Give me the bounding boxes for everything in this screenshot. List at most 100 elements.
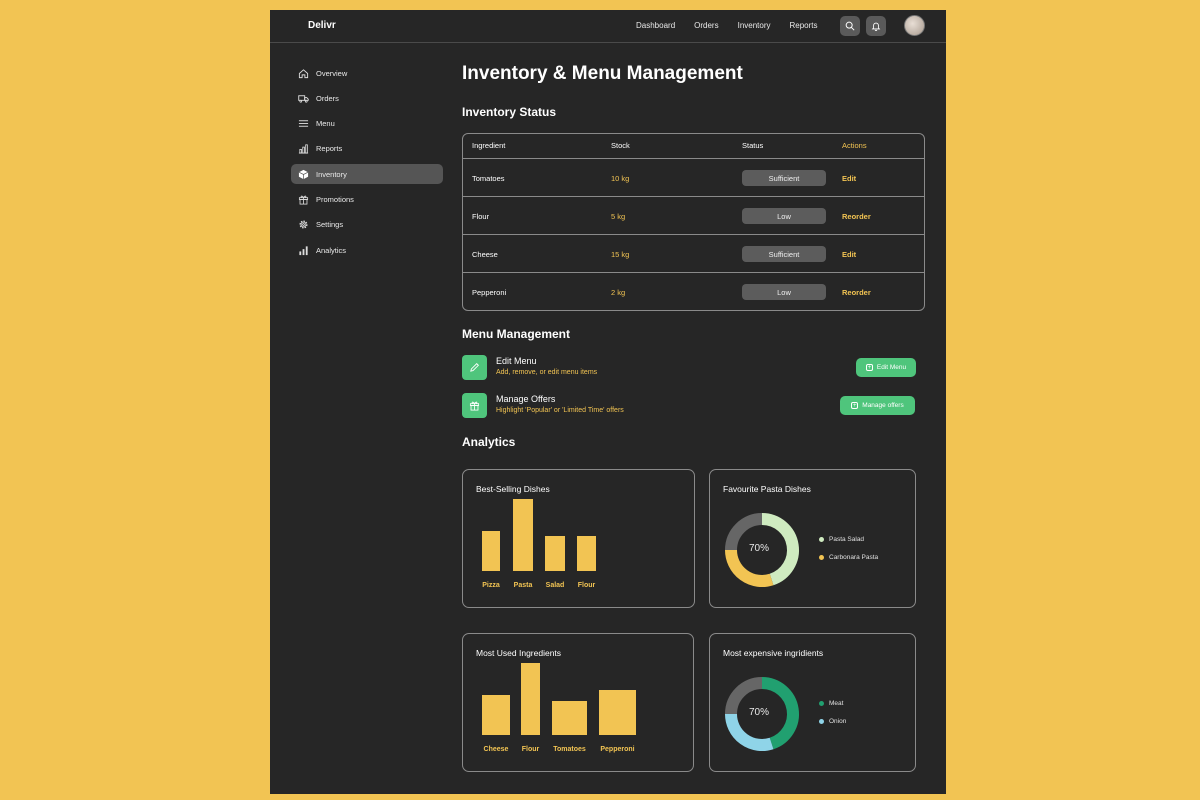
manage-offers-button[interactable]: + Manage offers <box>840 396 915 415</box>
reorder-action-link[interactable]: Reorder <box>842 212 871 221</box>
donut-slice <box>725 713 774 751</box>
edit-menu-subtitle: Add, remove, or edit menu items <box>496 369 598 376</box>
gear-icon <box>299 219 308 229</box>
topnav-inventory[interactable]: Inventory <box>738 21 771 30</box>
manage-offers-subtitle: Highlight 'Popular' or 'Limited Time' of… <box>496 407 624 414</box>
plus-icon: + <box>865 364 873 371</box>
app-frame: Delivr Dashboard Orders Inventory Report… <box>270 10 946 794</box>
column-header-ingredient: Ingredient <box>472 141 506 150</box>
pencil-icon <box>470 363 479 372</box>
status-badge: Sufficient <box>742 170 826 186</box>
legend-item: Onion <box>819 718 846 725</box>
menu-management-heading: Menu Management <box>462 327 571 341</box>
donut-chart <box>725 513 799 587</box>
edit-action-link[interactable]: Edit <box>842 174 856 183</box>
chart-bar <box>513 499 533 571</box>
table-row: Cheese 15 kg Sufficient Edit <box>463 234 924 272</box>
top-nav: Dashboard Orders Inventory Reports <box>636 21 837 30</box>
legend-item: Meat <box>819 700 843 707</box>
chart-bar-label: Flour <box>577 582 596 589</box>
manage-offers-button-label: Manage offers <box>862 402 904 409</box>
status-badge: Low <box>742 284 826 300</box>
edit-action-link[interactable]: Edit <box>842 250 856 259</box>
bell-icon <box>871 22 881 31</box>
most-used-card: Most Used Ingredients Cheese Flour Tomatoe… <box>462 633 694 772</box>
legend-dot <box>819 701 824 706</box>
sidebar-item-label: Menu <box>316 118 335 128</box>
topnav-orders[interactable]: Orders <box>694 21 718 30</box>
status-badge: Sufficient <box>742 246 826 262</box>
notifications-button[interactable] <box>866 16 886 36</box>
cell-ingredient: Tomatoes <box>472 174 505 183</box>
table-row: Pepperoni 2 kg Low Reorder <box>463 272 924 310</box>
cell-ingredient: Flour <box>472 212 490 221</box>
search-button[interactable] <box>840 16 860 36</box>
donut-center-label: 70% <box>749 707 770 718</box>
column-header-stock: Stock <box>611 141 630 150</box>
reorder-action-link[interactable]: Reorder <box>842 288 871 297</box>
sidebar-item-label: Inventory <box>316 169 347 179</box>
analytics-heading: Analytics <box>462 435 516 449</box>
menu-lines-icon <box>298 119 309 127</box>
legend-dot <box>819 555 824 560</box>
chart-bar <box>545 536 565 571</box>
sidebar-item-analytics[interactable]: Analytics <box>291 240 443 260</box>
sidebar-item-menu[interactable]: Menu <box>291 113 443 133</box>
sidebar-item-overview[interactable]: Overview <box>291 63 443 83</box>
edit-menu-button[interactable]: + Edit Menu <box>856 358 916 377</box>
cell-ingredient: Pepperoni <box>472 288 507 297</box>
sidebar-item-label: Orders <box>316 93 339 103</box>
cell-stock: 10 kg <box>611 174 630 183</box>
favourite-pasta-card: Favourite Pasta Dishes 70% Pasta Salad Car… <box>709 469 916 608</box>
sidebar-item-settings[interactable]: Settings <box>291 214 443 234</box>
topnav-dashboard[interactable]: Dashboard <box>636 21 675 30</box>
donut-slice <box>725 549 774 587</box>
donut-center-label: 70% <box>749 543 770 554</box>
table-row: Tomatoes 10 kg Sufficient Edit <box>463 158 924 196</box>
card-title: Best-Selling Dishes <box>476 484 550 494</box>
inventory-table: Ingredient Stock Status Actions Tomatoes… <box>462 133 925 311</box>
legend-label: Onion <box>829 718 847 725</box>
legend-label: Meat <box>829 700 844 707</box>
search-icon <box>845 21 855 31</box>
table-row: Flour 5 kg Low Reorder <box>463 196 924 234</box>
sidebar-item-promotions[interactable]: Promotions <box>291 189 443 209</box>
column-header-status: Status <box>742 141 764 150</box>
legend-dot <box>819 537 824 542</box>
edit-menu-title: Edit Menu <box>496 356 537 366</box>
best-selling-card: Best-Selling Dishes Pizza Pasta Salad Flour <box>462 469 695 608</box>
bar-chart-icon <box>298 143 309 154</box>
chart-bar-label: Pepperoni <box>600 746 635 753</box>
column-header-actions: Actions <box>842 141 867 150</box>
chart-bar <box>521 663 540 735</box>
cell-stock: 2 kg <box>611 288 626 297</box>
top-bar: Delivr Dashboard Orders Inventory Report… <box>270 10 946 43</box>
cell-ingredient: Cheese <box>472 250 498 259</box>
avatar[interactable] <box>904 15 925 36</box>
chart-bar <box>577 536 596 571</box>
most-expensive-card: Most expensive ingridients 70% Meat Onion <box>709 633 916 772</box>
legend-item: Carbonara Pasta <box>819 554 878 561</box>
chart-bar <box>599 690 636 735</box>
edit-menu-icon-box <box>462 355 487 380</box>
page-title: Inventory & Menu Management <box>462 63 743 84</box>
donut-chart <box>725 677 799 751</box>
home-icon <box>298 68 309 78</box>
legend-label: Pasta Salad <box>829 536 865 543</box>
sidebar-item-label: Reports <box>316 143 343 153</box>
gift-icon <box>469 401 480 411</box>
brand-logo[interactable]: Delivr <box>308 20 336 31</box>
sidebar-item-reports[interactable]: Reports <box>291 138 443 158</box>
sidebar-item-orders[interactable]: Orders <box>291 88 443 108</box>
cell-stock: 15 kg <box>611 250 630 259</box>
chart-bar <box>552 701 587 735</box>
card-title: Most Used Ingredients <box>476 648 562 658</box>
legend-dot <box>819 719 824 724</box>
chart-bar <box>482 531 500 571</box>
sidebar-item-inventory[interactable]: Inventory <box>291 164 443 184</box>
cell-stock: 5 kg <box>611 212 626 221</box>
topnav-reports[interactable]: Reports <box>790 21 818 30</box>
box-icon <box>298 169 309 179</box>
legend-label: Carbonara Pasta <box>829 554 879 561</box>
status-badge: Low <box>742 208 826 224</box>
